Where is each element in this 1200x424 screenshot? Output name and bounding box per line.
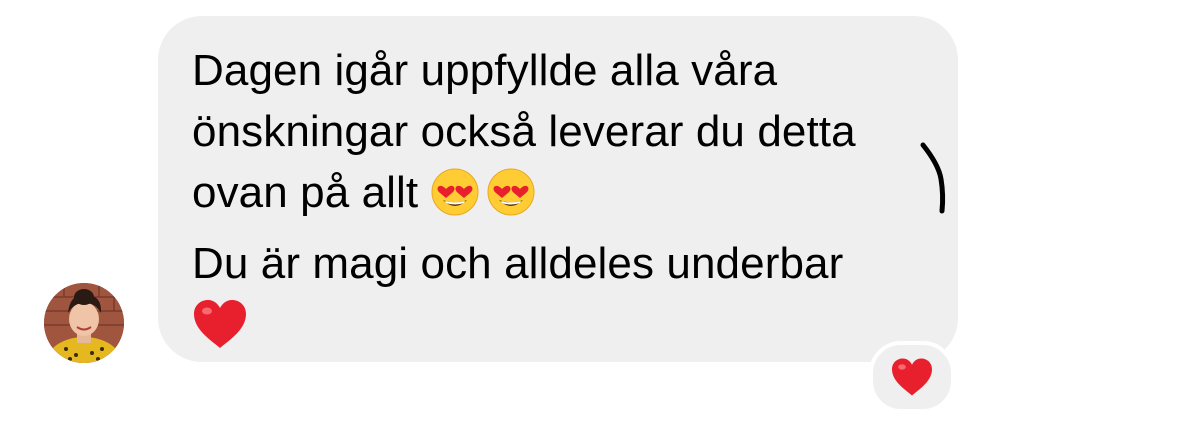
sender-avatar[interactable] — [44, 283, 124, 363]
message-line-1: Dagen igår uppfyllde alla våra — [192, 46, 778, 95]
message-line-4: Du är magi och alldeles underbar — [192, 239, 844, 288]
heart-eyes-emoji-2 — [486, 167, 536, 233]
message-bubble[interactable]: Dagen igår uppfyllde alla våra önskninga… — [158, 16, 958, 362]
reaction-badge[interactable] — [869, 341, 955, 413]
handwritten-mark — [915, 137, 955, 222]
heart-eyes-emoji-1 — [430, 167, 480, 233]
red-heart-emoji — [192, 298, 918, 362]
message-line-3: ovan på allt — [192, 162, 918, 233]
red-heart-icon — [892, 358, 932, 396]
message-line-2: önskningar också leverar du detta — [192, 107, 856, 156]
message-line-3-text: ovan på allt — [192, 168, 419, 217]
avatar-photo — [44, 283, 124, 363]
